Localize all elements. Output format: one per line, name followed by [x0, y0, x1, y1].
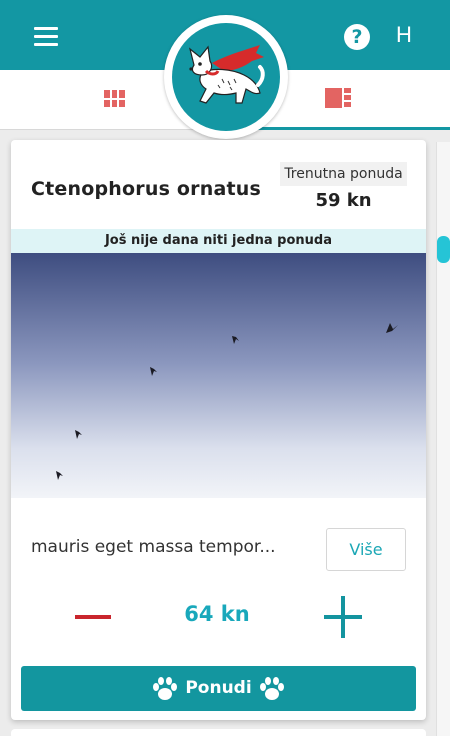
hamburger-menu-icon[interactable]: [34, 27, 58, 47]
place-bid-label: Ponudi: [185, 678, 252, 698]
decrease-bid-button[interactable]: [73, 596, 113, 640]
bid-amount: 64 kn: [184, 602, 250, 626]
minus-icon: [75, 615, 111, 619]
auction-title: Ctenophorus ornatus: [31, 178, 261, 200]
auction-photo: [11, 253, 426, 498]
scrollbar-thumb[interactable]: [437, 236, 450, 263]
detail-view-icon: [325, 88, 351, 108]
auction-card: Ctenophorus ornatus Trenutna ponuda 59 k…: [11, 140, 426, 720]
place-bid-button[interactable]: Ponudi: [21, 666, 416, 711]
next-auction-card: [11, 729, 426, 736]
user-initial-button[interactable]: H: [396, 22, 412, 48]
auction-description: mauris eget massa tempor...: [31, 537, 276, 557]
more-button[interactable]: Više: [326, 528, 406, 571]
paw-icon: [153, 677, 177, 700]
scrollbar-track[interactable]: [436, 142, 450, 736]
superhero-dog-logo[interactable]: [164, 15, 288, 139]
current-bid-label: Trenutna ponuda: [280, 162, 407, 186]
increase-bid-button[interactable]: [321, 596, 365, 640]
no-bids-notice: Još nije dana niti jedna ponuda: [11, 229, 426, 253]
app-root: ? H Ctenophorus ornatus Trenutna ponuda …: [0, 0, 450, 736]
question-circle-icon[interactable]: ?: [344, 24, 370, 50]
grid-view-icon: [104, 90, 125, 107]
paw-icon: [260, 677, 284, 700]
current-bid-value: 59 kn: [315, 190, 372, 211]
